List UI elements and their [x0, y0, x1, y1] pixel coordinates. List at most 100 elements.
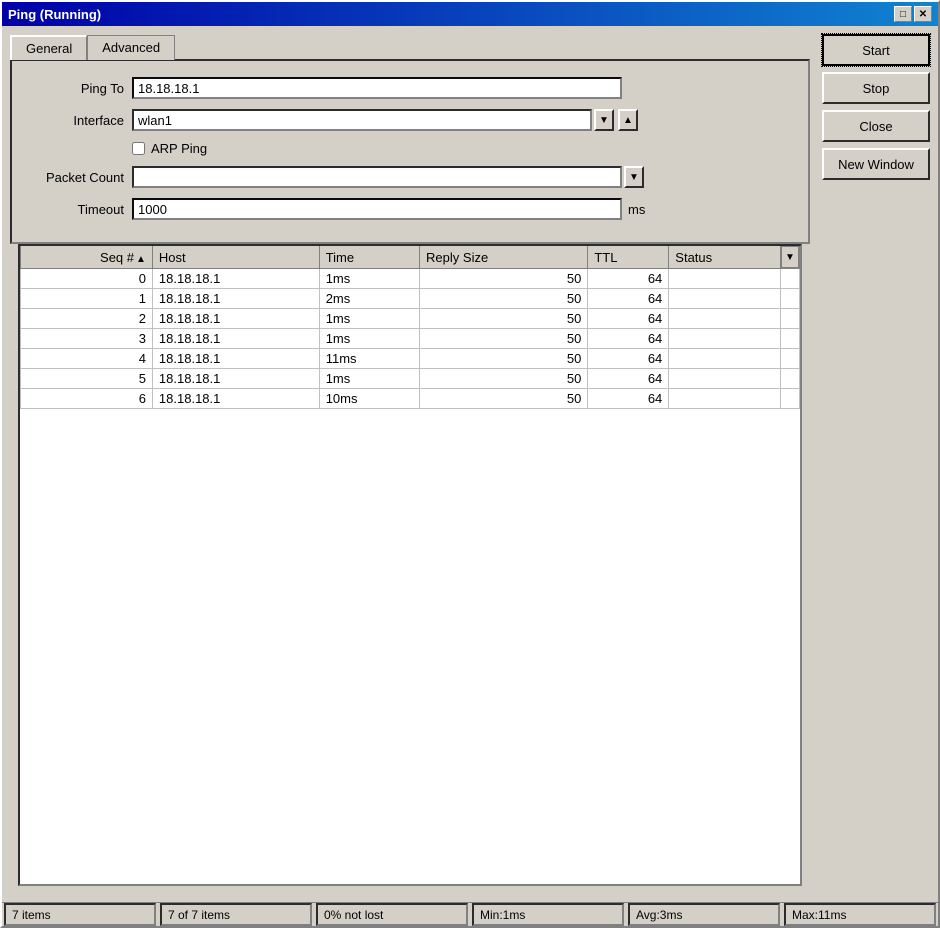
window-body: General Advanced Ping To Interface [2, 26, 938, 902]
title-bar-buttons: □ ✕ [894, 6, 932, 22]
cell-reply-size: 50 [420, 289, 588, 309]
stop-button[interactable]: Stop [822, 72, 930, 104]
cell-ttl: 64 [588, 309, 669, 329]
cell-time: 11ms [319, 349, 419, 369]
cell-scroll-filler [781, 289, 800, 309]
cell-host: 18.18.18.1 [152, 309, 319, 329]
cell-host: 18.18.18.1 [152, 289, 319, 309]
cell-time: 1ms [319, 269, 419, 289]
cell-status [669, 389, 781, 409]
cell-status [669, 269, 781, 289]
packet-count-row: Packet Count ▼ [24, 166, 796, 188]
cell-reply-size: 50 [420, 349, 588, 369]
interface-input[interactable] [132, 109, 592, 131]
status-item-max: Max:11ms [784, 903, 936, 926]
ping-to-label: Ping To [24, 81, 124, 96]
cell-time: 1ms [319, 369, 419, 389]
packet-count-label: Packet Count [24, 170, 124, 185]
cell-ttl: 64 [588, 349, 669, 369]
start-button[interactable]: Start [822, 34, 930, 66]
interface-up-button[interactable]: ▲ [618, 109, 638, 131]
table-row: 3 18.18.18.1 1ms 50 64 [21, 329, 800, 349]
cell-seq: 5 [21, 369, 153, 389]
cell-host: 18.18.18.1 [152, 329, 319, 349]
table-scroll-down-button[interactable]: ▼ [781, 246, 799, 268]
close-button-side[interactable]: Close [822, 110, 930, 142]
table-row: 4 18.18.18.1 11ms 50 64 [21, 349, 800, 369]
close-button[interactable]: ✕ [914, 6, 932, 22]
arp-ping-row: ARP Ping [132, 141, 796, 156]
side-buttons: Start Stop Close New Window [818, 26, 938, 902]
arp-ping-checkbox[interactable] [132, 142, 145, 155]
interface-dropdown-button[interactable]: ▼ [594, 109, 614, 131]
cell-scroll-filler [781, 369, 800, 389]
status-item-loss: 0% not lost [316, 903, 468, 926]
results-section: Seq #▲ Host Time Reply Size TTL Status ▼ [18, 244, 802, 886]
title-bar: Ping (Running) □ ✕ [2, 2, 938, 26]
ping-to-row: Ping To [24, 77, 796, 99]
status-item-count: 7 items [4, 903, 156, 926]
status-bar: 7 items 7 of 7 items 0% not lost Min:1ms… [2, 902, 938, 926]
cell-reply-size: 50 [420, 309, 588, 329]
main-window: Ping (Running) □ ✕ General Advanced Pi [0, 0, 940, 928]
results-table: Seq #▲ Host Time Reply Size TTL Status ▼ [20, 246, 800, 409]
interface-select-wrapper: ▼ ▲ [132, 109, 796, 131]
cell-reply-size: 50 [420, 389, 588, 409]
cell-status [669, 349, 781, 369]
cell-ttl: 64 [588, 389, 669, 409]
cell-reply-size: 50 [420, 369, 588, 389]
table-row: 1 18.18.18.1 2ms 50 64 [21, 289, 800, 309]
cell-ttl: 64 [588, 289, 669, 309]
interface-label: Interface [24, 113, 124, 128]
status-item-min: Min:1ms [472, 903, 624, 926]
cell-scroll-filler [781, 329, 800, 349]
cell-time: 10ms [319, 389, 419, 409]
cell-scroll-filler [781, 389, 800, 409]
cell-host: 18.18.18.1 [152, 269, 319, 289]
ping-to-input[interactable] [132, 77, 622, 99]
scroll-button-header: ▼ [781, 246, 800, 269]
status-item-range: 7 of 7 items [160, 903, 312, 926]
cell-ttl: 64 [588, 369, 669, 389]
cell-host: 18.18.18.1 [152, 349, 319, 369]
table-row: 2 18.18.18.1 1ms 50 64 [21, 309, 800, 329]
cell-reply-size: 50 [420, 269, 588, 289]
col-seq[interactable]: Seq #▲ [21, 246, 153, 269]
arp-ping-label: ARP Ping [151, 141, 207, 156]
tab-general[interactable]: General [10, 35, 87, 60]
maximize-button[interactable]: □ [894, 6, 912, 22]
cell-seq: 4 [21, 349, 153, 369]
col-ttl[interactable]: TTL [588, 246, 669, 269]
col-time[interactable]: Time [319, 246, 419, 269]
timeout-unit: ms [628, 202, 645, 217]
packet-count-input[interactable] [132, 166, 622, 188]
packet-count-dropdown-button[interactable]: ▼ [624, 166, 644, 188]
interface-row: Interface ▼ ▲ [24, 109, 796, 131]
cell-ttl: 64 [588, 329, 669, 349]
status-item-avg: Avg:3ms [628, 903, 780, 926]
tab-bar: General Advanced [10, 34, 810, 59]
cell-time: 2ms [319, 289, 419, 309]
cell-scroll-filler [781, 309, 800, 329]
cell-seq: 3 [21, 329, 153, 349]
cell-seq: 6 [21, 389, 153, 409]
col-status[interactable]: Status [669, 246, 781, 269]
cell-seq: 2 [21, 309, 153, 329]
new-window-button[interactable]: New Window [822, 148, 930, 180]
cell-status [669, 289, 781, 309]
main-panel: General Advanced Ping To Interface [2, 26, 818, 902]
col-host[interactable]: Host [152, 246, 319, 269]
cell-seq: 1 [21, 289, 153, 309]
cell-time: 1ms [319, 329, 419, 349]
tab-advanced[interactable]: Advanced [87, 35, 175, 60]
timeout-input[interactable] [132, 198, 622, 220]
cell-status [669, 309, 781, 329]
col-reply-size[interactable]: Reply Size [420, 246, 588, 269]
cell-status [669, 329, 781, 349]
cell-host: 18.18.18.1 [152, 369, 319, 389]
window-title: Ping (Running) [8, 7, 101, 22]
table-row: 0 18.18.18.1 1ms 50 64 [21, 269, 800, 289]
tab-content-general: Ping To Interface ▼ ▲ ARP Ping [10, 59, 810, 244]
cell-scroll-filler [781, 269, 800, 289]
cell-seq: 0 [21, 269, 153, 289]
